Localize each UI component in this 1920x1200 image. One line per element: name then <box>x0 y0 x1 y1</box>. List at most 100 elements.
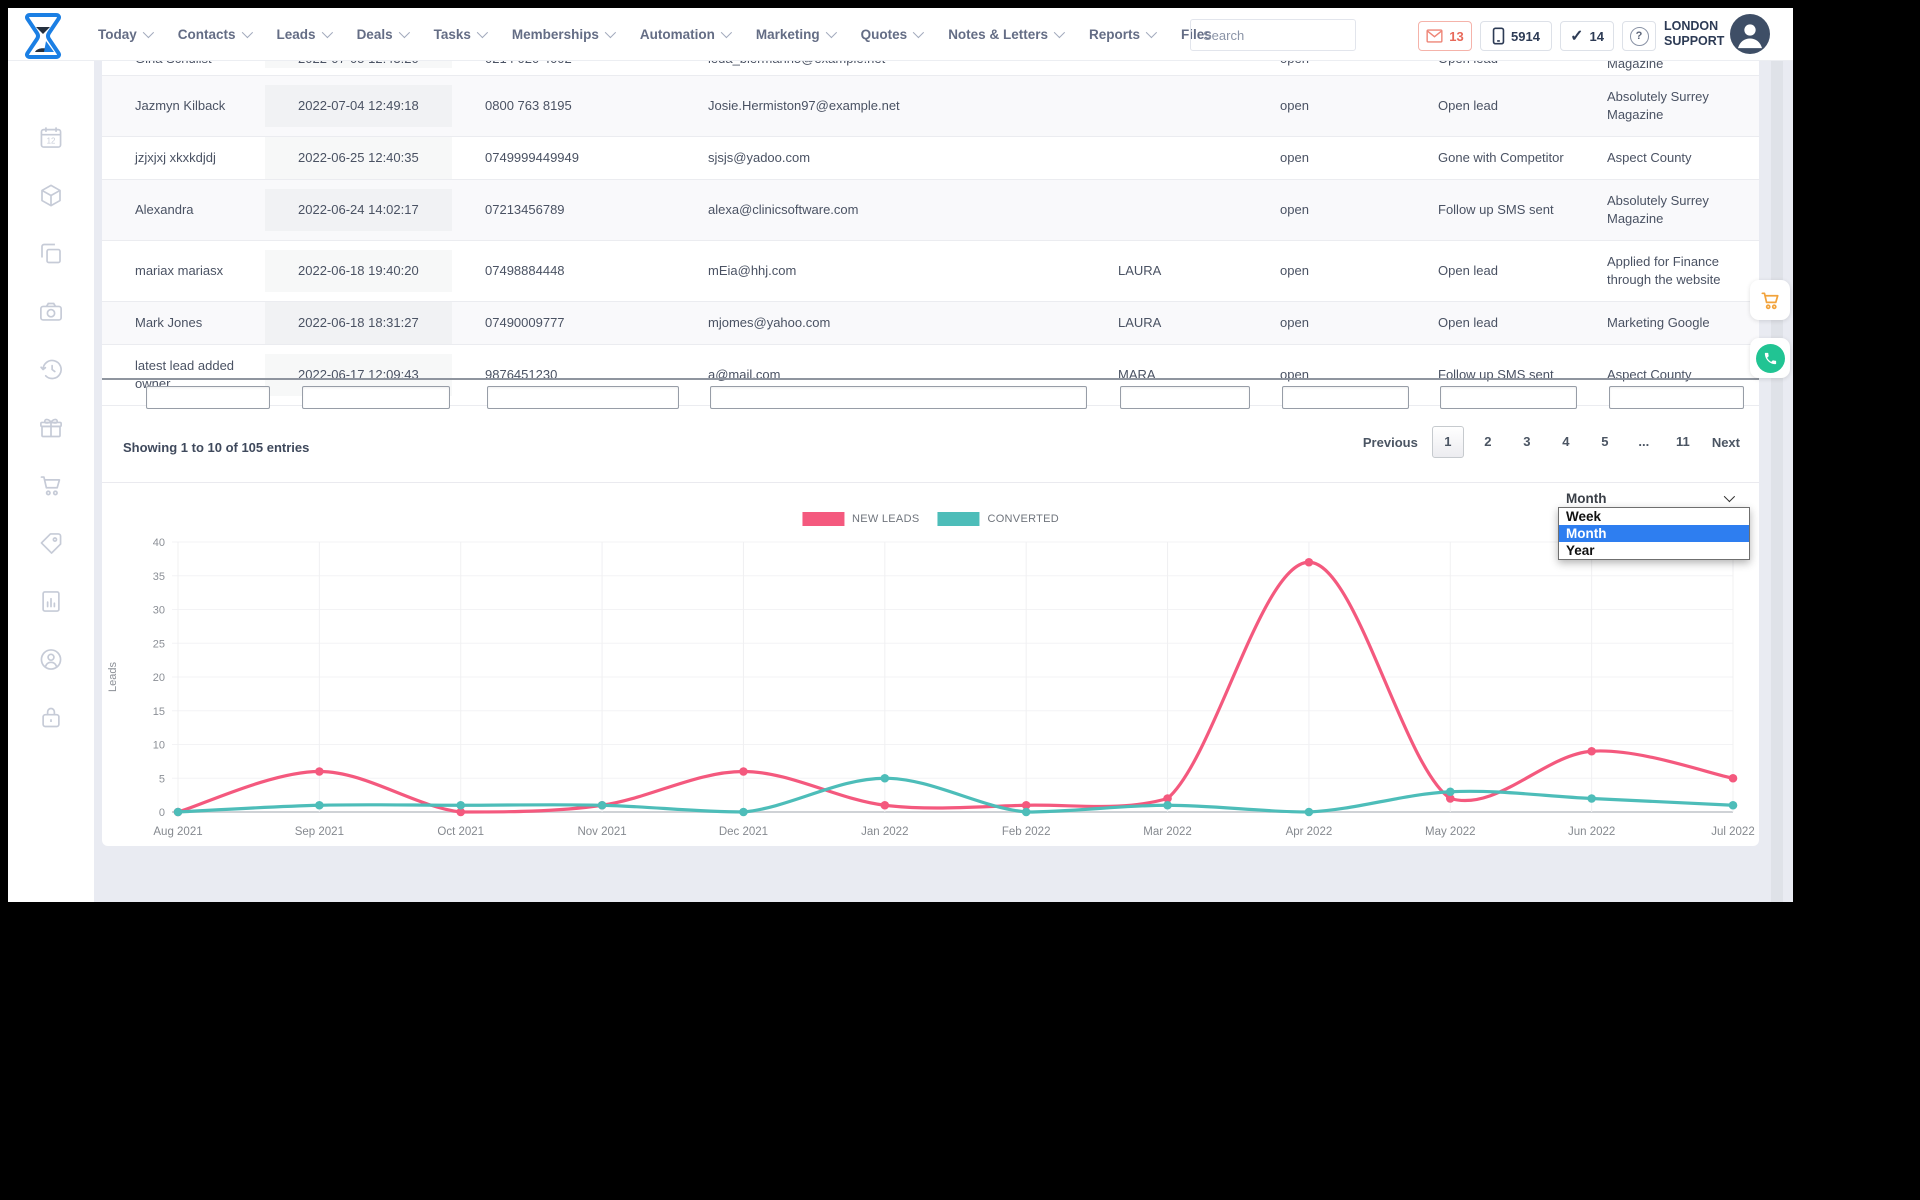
vertical-scrollbar[interactable] <box>1771 60 1783 902</box>
pagination-page-5[interactable]: 5 <box>1590 427 1620 457</box>
cell-email: leda_biermann5@example.net <box>675 60 1085 68</box>
phone-call-icon <box>1755 343 1785 373</box>
leads-chart: 0 5 10 15 20 25 30 35 40 Aug 2021 Sep 2021 Oct 2021… <box>107 537 1755 838</box>
help-badge[interactable]: ? <box>1622 21 1656 51</box>
cell-owner: LAURA <box>1118 315 1162 330</box>
cell-phone: 07213456789 <box>485 202 565 217</box>
nav-item-quotes[interactable]: Quotes <box>861 26 925 42</box>
table-row[interactable]: Jazmyn Kilback 2022-07-04 12:49:18 0800 76… <box>102 76 1759 137</box>
cell-email: sjsjs@yadoo.com <box>708 150 811 165</box>
cell-status: open <box>1280 150 1309 165</box>
nav-item-label: Memberships <box>511 26 599 42</box>
search-input[interactable] <box>1191 27 1379 43</box>
nav-item-tasks[interactable]: Tasks <box>434 27 488 42</box>
svg-text:Mar 2022: Mar 2022 <box>1143 826 1192 838</box>
cell-lead_status: Open lead <box>1438 315 1498 330</box>
period-option-year[interactable]: Year <box>1559 542 1749 559</box>
nav-item-contacts[interactable]: Contacts <box>178 27 253 42</box>
cell-phone: 07490009777 <box>485 315 565 330</box>
phone-badge[interactable]: 5914 <box>1480 21 1552 51</box>
user-icon <box>1738 24 1762 49</box>
cell-date: 2022-06-25 12:40:35 <box>265 137 452 179</box>
cell-status: open <box>1280 202 1309 217</box>
svg-text:Sep 2021: Sep 2021 <box>295 826 344 838</box>
mail-badge[interactable]: 13 <box>1418 21 1472 51</box>
cell-date: 2022-07-04 12:49:18 <box>265 85 452 127</box>
nav-item-automation[interactable]: Automation <box>640 27 732 42</box>
chevron-down-icon <box>912 26 925 39</box>
filter-input-source[interactable] <box>1609 386 1744 409</box>
svg-text:Oct 2021: Oct 2021 <box>437 826 484 838</box>
cell-date: 2022-06-18 18:31:27 <box>265 302 452 344</box>
svg-text:Dec 2021: Dec 2021 <box>719 826 768 838</box>
sidebar: 12 <box>8 60 94 902</box>
sidebar-icon-cart[interactable] <box>38 472 65 504</box>
cell-status: open <box>1280 315 1309 330</box>
entries-summary: Showing 1 to 10 of 105 entries <box>123 440 310 455</box>
pagination-page-4[interactable]: 4 <box>1551 427 1581 457</box>
table-row[interactable]: Alexandra 2022-06-24 14:02:17 07213456789 a… <box>102 180 1759 241</box>
nav-item-today[interactable]: Today <box>98 27 154 42</box>
sidebar-icon-copy[interactable] <box>38 240 65 272</box>
period-option-week[interactable]: Week <box>1559 508 1749 525</box>
legend-item: NEW LEADS <box>801 512 920 526</box>
sidebar-icon-lock[interactable] <box>38 704 65 736</box>
cell-source: Absolutely Surrey Magazine <box>1607 89 1709 122</box>
svg-text:15: 15 <box>153 706 165 718</box>
svg-text:0: 0 <box>159 807 165 819</box>
cell-phone: 0749999449949 <box>485 150 579 165</box>
legend-swatch <box>937 512 980 526</box>
filter-input-date[interactable] <box>302 386 450 409</box>
period-option-month[interactable]: Month <box>1559 525 1749 542</box>
sidebar-icon-gift[interactable] <box>38 414 65 446</box>
nav-item-label: Reports <box>1088 26 1140 42</box>
pagination-previous[interactable]: Previous <box>1358 435 1423 450</box>
table-row[interactable]: Gina Schulist2022-07-05 12:43:200214 020… <box>102 60 1759 76</box>
nav-item-reports[interactable]: Reports <box>1088 26 1158 42</box>
pagination: Previous 1 2 3 4 5... 11 Next <box>1358 426 1745 458</box>
pagination-page-3[interactable]: 3 <box>1512 427 1542 457</box>
nav-item-deals[interactable]: Deals <box>357 27 410 42</box>
sidebar-icon-history[interactable] <box>38 356 65 388</box>
nav-item-memberships[interactable]: Memberships <box>511 26 616 42</box>
pagination-next[interactable]: Next <box>1707 435 1745 450</box>
account-name[interactable]: LONDON SUPPORT <box>1664 19 1724 49</box>
table-row[interactable]: Mark Jones 2022-06-18 18:31:27 07490009777… <box>102 302 1759 345</box>
pagination-ellipsis[interactable]: ... <box>1629 427 1659 457</box>
filter-input-owner[interactable] <box>1120 386 1250 409</box>
sidebar-icon-cube[interactable] <box>38 182 65 214</box>
sidebar-icon-account[interactable] <box>38 646 65 678</box>
nav-item-label: Notes & Letters <box>948 26 1048 42</box>
pagination-page-11[interactable]: 11 <box>1668 427 1698 457</box>
filter-input-name[interactable] <box>146 386 270 409</box>
nav-item-marketing[interactable]: Marketing <box>756 27 837 42</box>
cell-source: Applied for Finance through the website <box>1607 254 1721 287</box>
sidebar-icon-camera[interactable] <box>38 298 65 330</box>
filter-input-status[interactable] <box>1282 386 1409 409</box>
svg-text:35: 35 <box>153 571 165 583</box>
sidebar-icon-report[interactable] <box>38 588 65 620</box>
tasks-badge[interactable]: ✓ 14 <box>1560 21 1614 51</box>
account-line2: SUPPORT <box>1664 34 1725 48</box>
call-fab-button[interactable] <box>1750 338 1790 378</box>
pagination-page-1[interactable]: 1 <box>1431 426 1464 458</box>
filter-input-lead_status[interactable] <box>1440 386 1577 409</box>
filter-input-phone[interactable] <box>487 386 679 409</box>
cell-phone: 0800 763 8195 <box>485 98 572 113</box>
hourglass-logo-icon[interactable] <box>20 10 66 64</box>
sidebar-icon-tag[interactable] <box>38 530 65 562</box>
cell-name: Alexandra <box>135 202 194 217</box>
table-row[interactable]: mariax mariasx 2022-06-18 19:40:20 0749888… <box>102 241 1759 302</box>
sidebar-icon-calendar[interactable]: 12 <box>38 124 65 156</box>
nav-item-notes-letters[interactable]: Notes & Letters <box>948 26 1066 42</box>
table-bottom-border <box>102 378 1759 380</box>
pagination-page-2[interactable]: 2 <box>1473 427 1503 457</box>
filter-input-email[interactable] <box>710 386 1087 409</box>
nav-item-leads[interactable]: Leads <box>277 27 333 42</box>
cell-date: 2022-06-24 14:02:17 <box>265 189 452 231</box>
cart-fab-button[interactable] <box>1750 280 1790 320</box>
avatar[interactable] <box>1730 14 1770 54</box>
svg-text:May 2022: May 2022 <box>1425 826 1476 838</box>
cell-status: open <box>1247 60 1405 68</box>
table-row[interactable]: jzjxjxj xkxkdjdj 2022-06-25 12:40:35 07499… <box>102 137 1759 180</box>
